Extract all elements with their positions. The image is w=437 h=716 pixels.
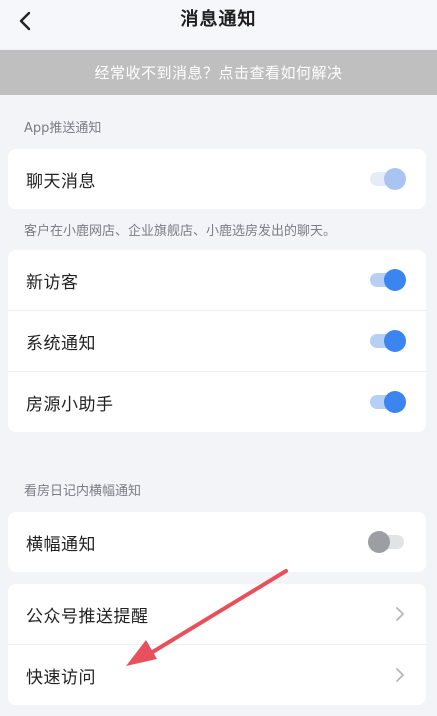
links-card: 公众号推送提醒 快速访问 — [8, 584, 426, 705]
top-bar: 消息通知 — [0, 0, 437, 48]
row-system-notification[interactable]: 系统通知 — [8, 310, 426, 371]
toggle-knob — [384, 168, 406, 190]
chevron-right-icon — [396, 668, 404, 682]
toggle-knob — [368, 531, 390, 553]
row-listing-assistant[interactable]: 房源小助手 — [8, 371, 426, 432]
page-title: 消息通知 — [180, 9, 257, 30]
row-label: 快速访问 — [26, 667, 96, 688]
toggle-knob — [384, 269, 406, 291]
help-banner[interactable]: 经常收不到消息？点击查看如何解决 — [0, 50, 437, 95]
banner-notify-card: 横幅通知 — [8, 512, 426, 572]
row-new-visitor[interactable]: 新访客 — [8, 250, 426, 310]
section-label-app-push: App推送通知 — [24, 121, 102, 136]
toggle-knob — [384, 391, 406, 413]
notification-card: 新访客 系统通知 房源小助手 — [8, 250, 426, 432]
row-label: 横幅通知 — [26, 534, 96, 555]
section-label-banner-notify: 看房日记内横幅通知 — [24, 484, 142, 499]
help-banner-text: 经常收不到消息？点击查看如何解决 — [94, 64, 343, 82]
row-official-account-push[interactable]: 公众号推送提醒 — [8, 584, 426, 644]
row-label: 房源小助手 — [26, 394, 114, 415]
row-quick-access[interactable]: 快速访问 — [8, 644, 426, 705]
row-label: 聊天消息 — [26, 171, 96, 192]
toggle-knob — [384, 330, 406, 352]
toggle-system-notification[interactable] — [370, 330, 406, 352]
chat-card: 聊天消息 — [8, 149, 426, 209]
toggle-chat-messages[interactable] — [370, 168, 406, 190]
row-chat-messages[interactable]: 聊天消息 — [8, 149, 426, 209]
toggle-banner-notification[interactable] — [368, 531, 404, 553]
toggle-new-visitor[interactable] — [370, 269, 406, 291]
chat-description: 客户在小鹿网店、企业旗舰店、小鹿选房发出的聊天。 — [24, 224, 337, 239]
chevron-right-icon — [396, 607, 404, 621]
row-label: 公众号推送提醒 — [26, 606, 149, 627]
toggle-listing-assistant[interactable] — [370, 391, 406, 413]
row-banner-notification[interactable]: 横幅通知 — [8, 512, 426, 572]
row-label: 系统通知 — [26, 333, 96, 354]
row-label: 新访客 — [26, 272, 79, 293]
